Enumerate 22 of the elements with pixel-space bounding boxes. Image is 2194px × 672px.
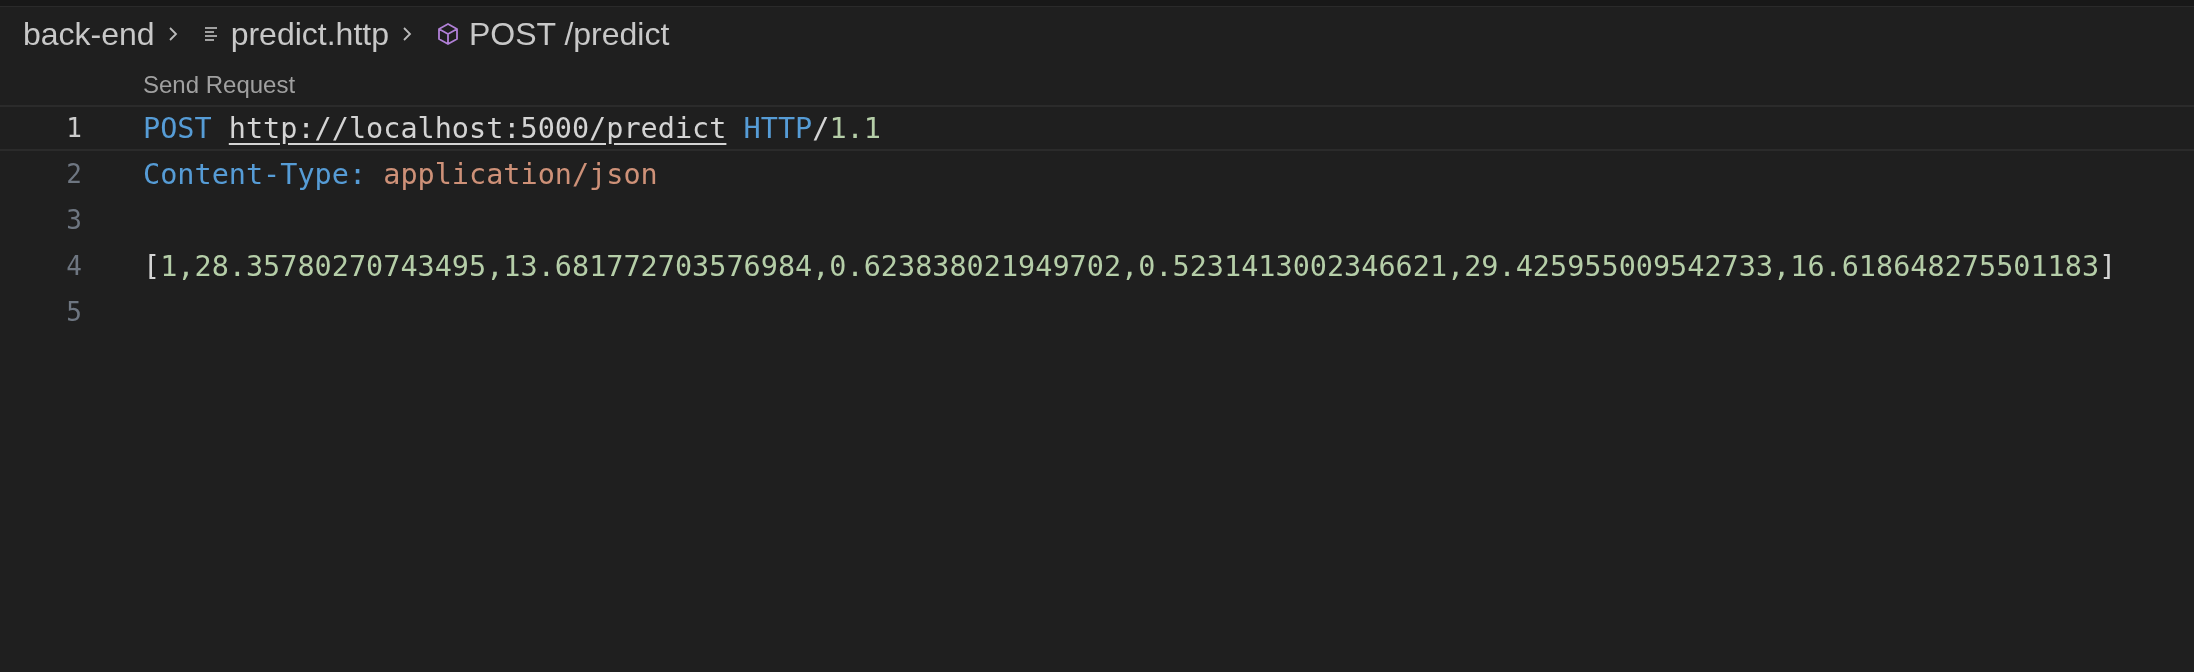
- line-number: 2: [65, 159, 82, 189]
- code-string: application/json: [383, 157, 658, 191]
- line-number: 5: [65, 297, 82, 327]
- code-keyword: POST: [143, 111, 213, 145]
- breadcrumb-item[interactable]: POST /predict: [468, 15, 670, 53]
- code-keyword: HTTP: [742, 111, 813, 145]
- cube-icon: [436, 22, 459, 46]
- url-link[interactable]: http://localhost:5000/predict: [228, 111, 727, 145]
- code-punctuation: [: [143, 249, 161, 283]
- breadcrumb-item[interactable]: predict.http: [230, 15, 389, 53]
- line-number: 3: [65, 205, 82, 235]
- code-punctuation: ]: [2099, 249, 2117, 283]
- code-keyword: Content-Type:: [143, 157, 368, 191]
- code-number: 1,28.35780270743495,13.681772703576984,0.623838021949702,0.5231413002346621,29.425955009542733,16.618648275501183: [160, 249, 2100, 283]
- breadcrumb-item[interactable]: back-end: [23, 15, 155, 53]
- code-punctuation: /: [812, 111, 830, 145]
- send-request-link[interactable]: Send Request: [143, 71, 296, 99]
- chevron-icon: [400, 25, 413, 43]
- line-number: 4: [65, 251, 82, 281]
- code-number: 1.1: [829, 111, 881, 145]
- chevron-icon: [166, 25, 179, 43]
- line-number: 1: [65, 113, 82, 143]
